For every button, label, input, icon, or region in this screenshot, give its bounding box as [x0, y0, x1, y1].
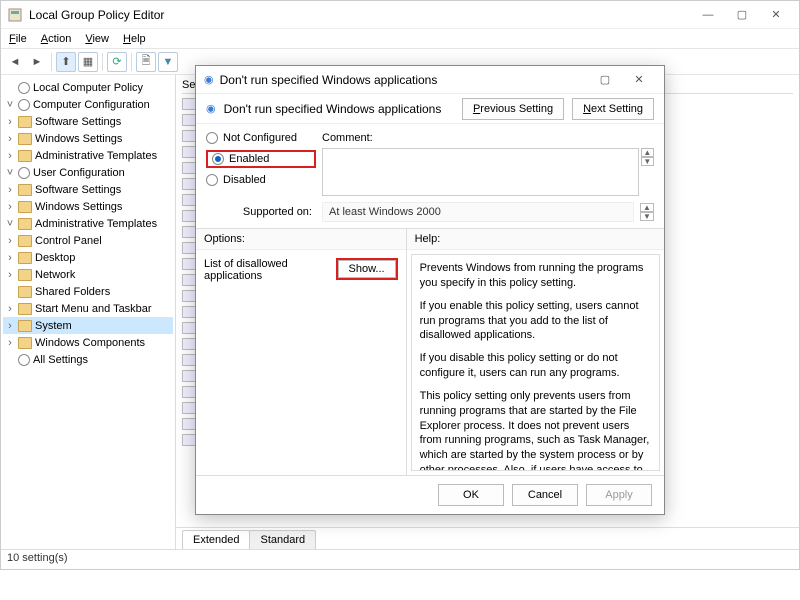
setting-icon — [182, 194, 196, 206]
setting-icon — [182, 258, 196, 270]
user-icon — [18, 167, 30, 179]
nav-tree[interactable]: Local Computer Policy ˅Computer Configur… — [1, 75, 176, 549]
policy-dialog: ◉ Don't run specified Windows applicatio… — [195, 65, 665, 515]
option-disallowed-apps: List of disallowed applications — [204, 258, 328, 282]
setting-icon — [182, 322, 196, 334]
dialog-title: Don't run specified Windows applications — [220, 73, 588, 87]
tree-windows-components[interactable]: ›Windows Components — [3, 334, 173, 351]
setting-icon — [182, 402, 196, 414]
view-tabs: Extended Standard — [176, 527, 799, 549]
window-title: Local Group Policy Editor — [29, 8, 691, 22]
filter-button[interactable]: ▼ — [158, 52, 178, 72]
minimize-button[interactable]: ― — [691, 4, 725, 26]
dialog-maximize-button[interactable]: ▢ — [588, 69, 622, 91]
dialog-close-button[interactable]: ✕ — [622, 69, 656, 91]
supported-label: Supported on: — [206, 206, 316, 218]
tree-start-menu[interactable]: ›Start Menu and Taskbar — [3, 300, 173, 317]
menu-file[interactable]: File — [9, 33, 27, 45]
tree-uc-windows[interactable]: ›Windows Settings — [3, 198, 173, 215]
setting-icon — [182, 98, 196, 110]
shield-icon: ◉ — [206, 102, 216, 115]
cancel-button[interactable]: Cancel — [512, 484, 578, 506]
tree-root[interactable]: Local Computer Policy — [3, 79, 173, 96]
setting-icon — [182, 178, 196, 190]
next-setting-button[interactable]: Next Setting — [572, 98, 654, 120]
setting-icon — [182, 162, 196, 174]
setting-icon — [182, 130, 196, 142]
menu-view[interactable]: View — [85, 33, 109, 45]
dialog-titlebar: ◉ Don't run specified Windows applicatio… — [196, 66, 664, 94]
supported-spin-up[interactable]: ▲ — [640, 203, 654, 212]
back-button[interactable]: ◄ — [5, 52, 25, 72]
refresh-button[interactable]: ⟳ — [107, 52, 127, 72]
options-header: Options: — [196, 229, 406, 250]
close-button[interactable]: ✕ — [759, 4, 793, 26]
titlebar: Local Group Policy Editor ― ▢ ✕ — [1, 1, 799, 29]
menu-action[interactable]: Action — [41, 33, 72, 45]
supported-spin-down[interactable]: ▼ — [640, 212, 654, 221]
comment-input[interactable] — [322, 148, 639, 196]
setting-icon — [182, 210, 196, 222]
show-button[interactable]: Show... — [338, 260, 396, 278]
setting-icon — [182, 338, 196, 350]
tree-desktop[interactable]: ›Desktop — [3, 249, 173, 266]
setting-icon — [182, 242, 196, 254]
tree-user-config[interactable]: ˅User Configuration — [3, 164, 173, 181]
setting-icon — [182, 418, 196, 430]
comment-spin-down[interactable]: ▼ — [641, 157, 654, 166]
maximize-button[interactable]: ▢ — [725, 4, 759, 26]
setting-icon — [182, 274, 196, 286]
setting-icon — [182, 370, 196, 382]
tree-system[interactable]: ›System — [3, 317, 173, 334]
tree-cc-admin[interactable]: ›Administrative Templates — [3, 147, 173, 164]
setting-icon — [182, 114, 196, 126]
status-bar: 10 setting(s) — [1, 549, 799, 569]
supported-value: At least Windows 2000 — [322, 202, 634, 222]
tree-all-settings[interactable]: All Settings — [3, 351, 173, 368]
previous-setting-button[interactable]: Previous Setting — [462, 98, 564, 120]
tree-uc-software[interactable]: ›Software Settings — [3, 181, 173, 198]
highlight-show: Show... — [336, 258, 398, 280]
policy-icon — [18, 82, 30, 94]
setting-icon — [182, 354, 196, 366]
app-icon — [7, 7, 23, 23]
tab-extended[interactable]: Extended — [182, 530, 250, 549]
menu-help[interactable]: Help — [123, 33, 146, 45]
menubar: File Action View Help — [1, 29, 799, 49]
export-button[interactable]: 🗎 — [136, 52, 156, 72]
computer-icon — [18, 99, 30, 111]
up-button[interactable]: ⬆ — [56, 52, 76, 72]
setting-icon — [182, 226, 196, 238]
radio-disabled[interactable]: Disabled — [206, 174, 316, 186]
tree-computer-config[interactable]: ˅Computer Configuration — [3, 96, 173, 113]
comment-label: Comment: — [322, 132, 654, 144]
tree-cc-software[interactable]: ›Software Settings — [3, 113, 173, 130]
tree-shared-folders[interactable]: Shared Folders — [3, 283, 173, 300]
setting-icon — [182, 434, 196, 446]
radio-enabled[interactable]: Enabled — [212, 153, 310, 165]
help-text[interactable]: Prevents Windows from running the progra… — [411, 254, 660, 471]
tree-network[interactable]: ›Network — [3, 266, 173, 283]
ok-button[interactable]: OK — [438, 484, 504, 506]
help-header: Help: — [407, 229, 664, 250]
tree-uc-admin[interactable]: ˅Administrative Templates — [3, 215, 173, 232]
tab-standard[interactable]: Standard — [249, 530, 316, 549]
shield-icon: ◉ — [204, 73, 214, 86]
dialog-subheader: ◉ Don't run specified Windows applicatio… — [196, 94, 664, 124]
forward-button[interactable]: ► — [27, 52, 47, 72]
comment-spin-up[interactable]: ▲ — [641, 148, 654, 157]
radio-not-configured[interactable]: Not Configured — [206, 132, 316, 144]
highlight-enabled: Enabled — [206, 150, 316, 168]
tree-control-panel[interactable]: ›Control Panel — [3, 232, 173, 249]
dialog-subtitle: Don't run specified Windows applications — [224, 102, 454, 116]
tree-cc-windows[interactable]: ›Windows Settings — [3, 130, 173, 147]
setting-icon — [182, 306, 196, 318]
state-radios: Not Configured Enabled Disabled — [206, 132, 316, 196]
setting-icon — [182, 290, 196, 302]
setting-icon — [182, 386, 196, 398]
setting-icon — [182, 146, 196, 158]
show-hide-tree-button[interactable]: ▦ — [78, 52, 98, 72]
apply-button[interactable]: Apply — [586, 484, 652, 506]
